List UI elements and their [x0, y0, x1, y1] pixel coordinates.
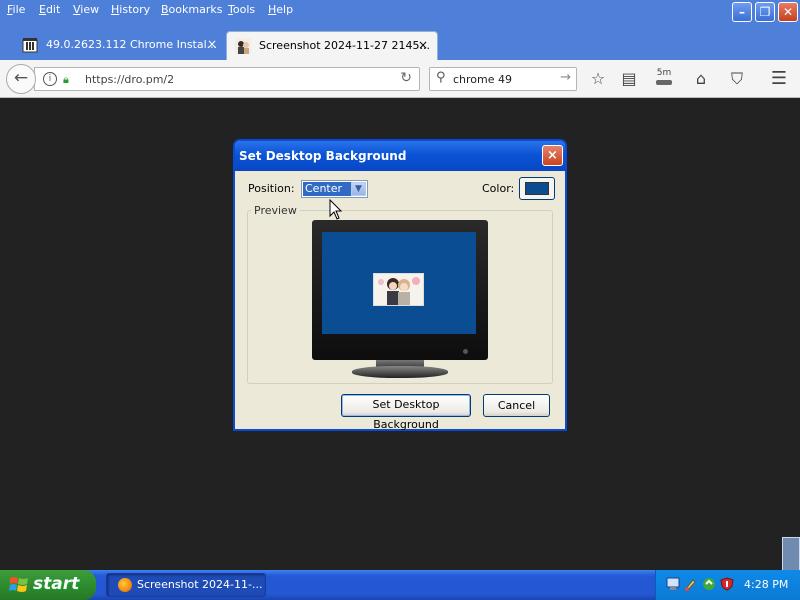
dialog-title: Set Desktop Background [239, 149, 407, 163]
position-select[interactable]: Center ▼ [301, 180, 368, 198]
tab-label: Screenshot 2024-11-27 2145... [259, 39, 430, 52]
minimize-button[interactable]: – [732, 2, 752, 22]
taskbar: start Screenshot 2024-11-... 4:28 PM [0, 570, 800, 600]
preview-label: Preview [251, 204, 300, 217]
menu-bar: File Edit View History Bookmarks Tools H… [0, 0, 800, 22]
browser-chrome: File Edit View History Bookmarks Tools H… [0, 0, 800, 98]
start-label: start [33, 574, 80, 594]
menu-bookmarks[interactable]: Bookmarks [161, 3, 222, 16]
back-button[interactable]: ← [6, 64, 36, 94]
close-tab-icon[interactable]: × [418, 32, 428, 59]
tab-screenshot[interactable]: Screenshot 2024-11-27 2145... × [226, 31, 438, 60]
bookmarks-list-icon[interactable]: ▤ [618, 68, 640, 90]
windows-logo-icon [9, 577, 28, 592]
position-label: Position: [248, 182, 295, 195]
tab-bar: 49.0.2623.112 Chrome Instal... × Screens… [0, 29, 800, 83]
pocket-icon[interactable]: ⛉ [726, 68, 748, 90]
info-icon[interactable]: i [43, 72, 57, 86]
start-button[interactable]: start [0, 570, 96, 600]
network-icon[interactable] [666, 577, 680, 591]
monitor-base [352, 366, 448, 378]
firefox-icon [118, 578, 132, 592]
restore-button[interactable]: ❐ [755, 2, 775, 22]
menu-file[interactable]: File [7, 3, 25, 16]
search-icon: ⚲ [436, 70, 446, 85]
home-icon[interactable]: ⌂ [690, 68, 712, 90]
menu-help[interactable]: Help [268, 3, 293, 16]
cancel-button[interactable]: Cancel [483, 394, 550, 417]
dialog-titlebar[interactable]: Set Desktop Background × [235, 141, 565, 171]
url-bar[interactable]: i 🔒︎ ↻ [34, 67, 420, 91]
set-desktop-background-dialog: Set Desktop Background × Position: Cente… [233, 139, 567, 431]
chevron-down-icon[interactable]: ▼ [351, 182, 366, 196]
security-shield-icon[interactable] [720, 577, 734, 591]
taskbar-item-firefox[interactable]: Screenshot 2024-11-... [106, 573, 266, 597]
set-desktop-background-button[interactable]: Set Desktop Background [341, 394, 471, 431]
power-led-icon [463, 349, 468, 354]
url-input[interactable] [85, 71, 385, 88]
window-close-button[interactable]: ✕ [778, 2, 798, 22]
desktop-preview-screen [322, 232, 476, 334]
system-tray: 4:28 PM [655, 570, 800, 600]
wallpaper-image [374, 274, 423, 305]
menu-edit[interactable]: Edit [39, 3, 60, 16]
taskbar-item-label: Screenshot 2024-11-... [137, 578, 263, 591]
addon-timer-button[interactable]: 5m [653, 68, 675, 90]
dialog-close-button[interactable]: × [542, 145, 563, 166]
color-label: Color: [482, 182, 515, 195]
monitor-preview [312, 220, 488, 360]
reload-icon[interactable]: ↻ [400, 70, 412, 86]
search-bar[interactable]: ⚲ → [429, 67, 577, 91]
menu-view[interactable]: View [73, 3, 99, 16]
update-icon[interactable] [702, 577, 716, 591]
position-selected-value: Center [303, 182, 351, 196]
paintbrush-icon[interactable] [684, 577, 698, 591]
clock: 4:28 PM [744, 578, 789, 591]
color-picker-button[interactable] [519, 177, 555, 200]
menu-history[interactable]: History [111, 3, 150, 16]
wallpaper-thumbnail [373, 273, 424, 306]
tab-label: 49.0.2623.112 Chrome Instal... [46, 38, 218, 51]
progress-bar-icon [656, 80, 672, 85]
close-tab-icon[interactable]: × [207, 31, 217, 58]
hamburger-menu-icon[interactable]: ☰ [768, 68, 790, 90]
tab-chrome-installer[interactable]: 49.0.2623.112 Chrome Instal... × [14, 31, 226, 60]
mouse-cursor-icon [329, 199, 343, 220]
navigation-toolbar: i 🔒︎ ↻ ← ⚲ → ☆ ▤ 5m ⌂ ⛉ ☰ [0, 60, 800, 98]
image-thumbnail-icon [235, 38, 251, 54]
search-go-icon[interactable]: → [560, 70, 571, 85]
archive-icon [22, 38, 38, 53]
menu-tools[interactable]: Tools [228, 3, 255, 16]
color-swatch [525, 182, 549, 195]
scroll-side-handle[interactable] [782, 537, 800, 571]
addon-badge-label: 5m [656, 68, 672, 78]
search-input[interactable] [453, 71, 558, 88]
lock-icon[interactable]: 🔒︎ [63, 73, 73, 86]
bookmark-star-icon[interactable]: ☆ [587, 68, 609, 90]
